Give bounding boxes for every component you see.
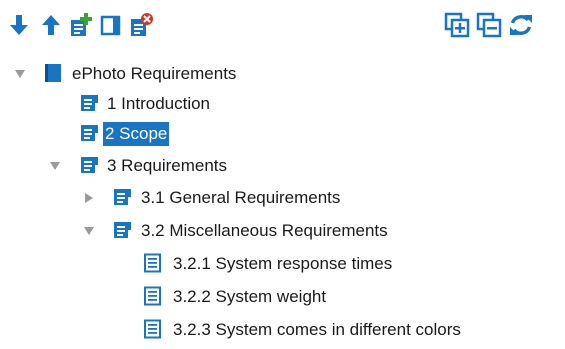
arrow-down-icon: [10, 15, 28, 35]
expand-all-button[interactable]: [442, 10, 472, 40]
tree-item-label: 3 Requirements: [107, 156, 228, 175]
collapsed-twisty-icon[interactable]: [84, 193, 94, 203]
document-icon: [113, 220, 133, 240]
move-up-button[interactable]: [36, 10, 66, 40]
delete-button[interactable]: [126, 10, 156, 40]
book-icon: [42, 62, 64, 84]
tree-root[interactable]: ePhoto Requirements: [0, 60, 565, 88]
requirement-icon: [143, 319, 163, 339]
document-icon: [80, 155, 100, 175]
tree-item-system-weight[interactable]: 3.2.2 System weight: [0, 283, 565, 311]
refresh-button[interactable]: [506, 10, 536, 40]
tree-item-introduction[interactable]: 1 Introduction: [0, 90, 565, 118]
add-child-button[interactable]: [66, 10, 96, 40]
move-down-button[interactable]: [4, 10, 34, 40]
tree-item-requirements[interactable]: 3 Requirements: [0, 152, 565, 180]
document-icon: [80, 123, 100, 143]
tree-item-label: 3.1 General Requirements: [141, 188, 341, 207]
expanded-twisty-icon[interactable]: [84, 226, 94, 236]
tree-item-system-response-times[interactable]: 3.2.1 System response times: [0, 250, 565, 278]
tree-item-miscellaneous-requirements[interactable]: 3.2 Miscellaneous Requirements: [0, 217, 565, 245]
collapse-all-button[interactable]: [474, 10, 504, 40]
toolbar: [0, 0, 565, 52]
tree-item-label: 3.2 Miscellaneous Requirements: [141, 221, 388, 240]
tree-item-label: 2 Scope: [103, 122, 170, 146]
tree-item-label: 3.2.3 System comes in different colors: [173, 320, 461, 339]
add-sibling-button[interactable]: [96, 10, 126, 40]
collapse-all-icon: [476, 12, 502, 38]
blank-document-icon: [100, 15, 121, 36]
tree-item-label: 3.2.1 System response times: [173, 254, 393, 273]
tree-item-system-colors[interactable]: 3.2.3 System comes in different colors: [0, 316, 565, 344]
refresh-icon: [510, 15, 532, 35]
expanded-twisty-icon[interactable]: [50, 161, 60, 171]
requirement-icon: [143, 253, 163, 273]
document-icon: [113, 187, 133, 207]
arrow-up-icon: [42, 15, 60, 35]
delete-document-icon: [131, 13, 153, 36]
tree-item-label: ePhoto Requirements: [72, 64, 237, 83]
document-icon: [80, 93, 100, 113]
tree-item-scope[interactable]: 2 Scope: [0, 120, 565, 148]
tree-item-label: 1 Introduction: [107, 94, 211, 113]
tree-item-label: 3.2.2 System weight: [173, 287, 327, 306]
tree-item-general-requirements[interactable]: 3.1 General Requirements: [0, 184, 565, 212]
add-document-icon: [71, 13, 92, 36]
requirement-icon: [143, 286, 163, 306]
expanded-twisty-icon[interactable]: [15, 69, 25, 79]
expand-all-icon: [444, 12, 470, 38]
